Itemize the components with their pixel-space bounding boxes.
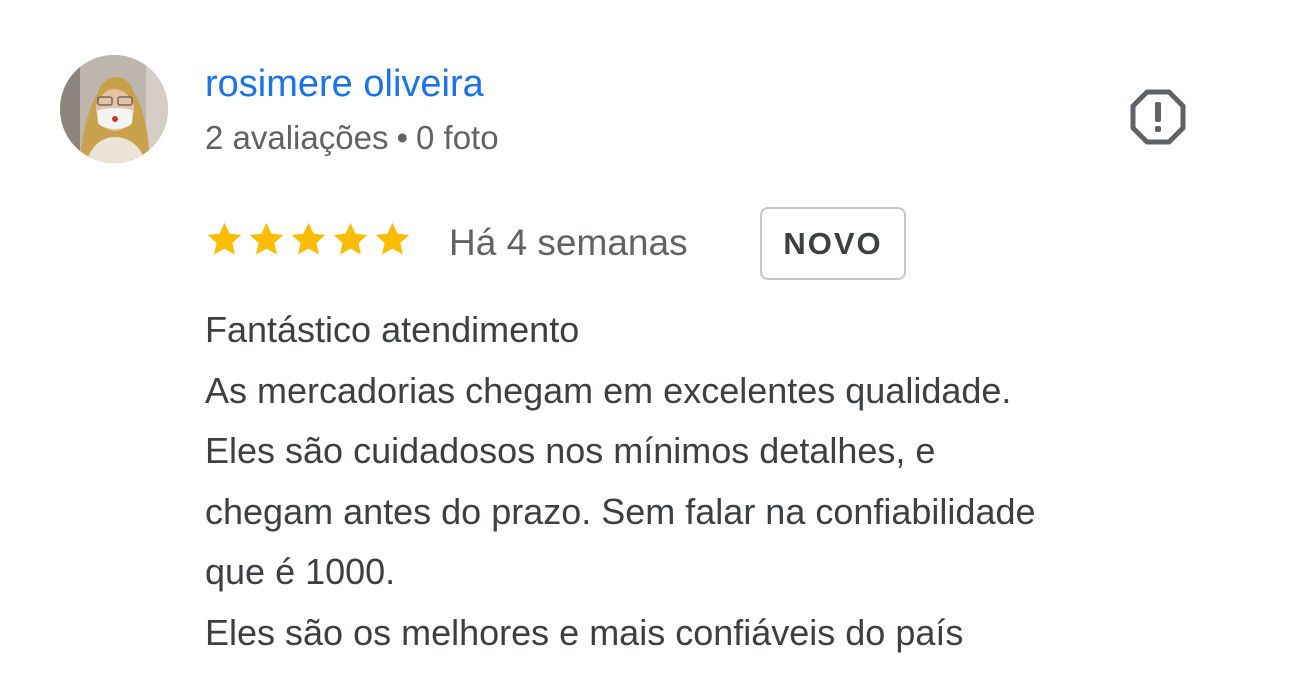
star-icon: [333, 222, 368, 255]
review-date: Há 4 semanas: [449, 222, 688, 263]
star-icon: [207, 222, 242, 255]
review-text-line: Fantástico atendimento: [205, 309, 580, 350]
review-text-line: As mercadorias chegam em excelentes qual…: [205, 369, 1012, 411]
review-text-line: que é 1000.: [205, 551, 396, 592]
avatar-photo: [60, 55, 168, 163]
review-text: Fantástico atendimento As mercadorias che…: [205, 300, 1275, 663]
review-text-line: Eles são cuidadosos nos mínimos detalhes…: [205, 430, 936, 471]
report-flag-icon[interactable]: [1129, 88, 1187, 146]
star-rating: [205, 220, 412, 264]
star-icon: [249, 222, 284, 255]
meta-separator: •: [396, 119, 409, 156]
avatar[interactable]: [60, 55, 168, 163]
author-stats: 2 avaliações • 0 foto: [205, 117, 499, 159]
photos-count: 0 foto: [416, 119, 499, 156]
review-text-line: Eles são os melhores e mais confiáveis d…: [205, 611, 964, 653]
star-icon: [291, 222, 326, 255]
reviews-count: 2 avaliações: [205, 119, 389, 156]
star-icon: [375, 222, 410, 255]
new-badge: NOVO: [760, 207, 906, 280]
review-card: rosimere oliveira 2 avaliações • 0 foto Há…: [0, 0, 1290, 679]
author-name-link[interactable]: rosimere oliveira: [205, 60, 484, 108]
review-text-line: chegam antes do prazo. Sem falar na conf…: [205, 490, 1036, 532]
